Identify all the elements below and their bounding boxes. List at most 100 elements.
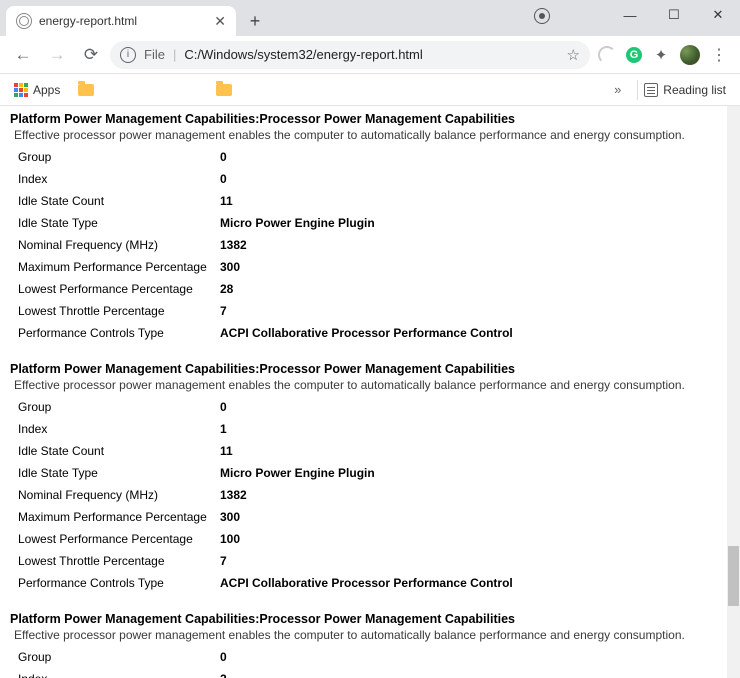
row-value: 0 [220, 150, 227, 164]
row-label: Maximum Performance Percentage [18, 260, 220, 274]
new-tab-button[interactable]: + [242, 8, 268, 34]
bookmarks-bar: Apps » Reading list [0, 74, 740, 106]
maximize-button[interactable]: ☐ [652, 0, 696, 30]
table-row: Maximum Performance Percentage300 [10, 506, 730, 528]
row-value: Micro Power Engine Plugin [220, 466, 375, 480]
page-content: Platform Power Management Capabilities:P… [0, 106, 740, 678]
close-window-button[interactable]: ✕ [696, 0, 740, 30]
report-section: Platform Power Management Capabilities:P… [10, 612, 730, 678]
row-label: Index [18, 172, 220, 186]
row-label: Idle State Count [18, 194, 220, 208]
menu-dots-icon[interactable]: ⋮ [710, 46, 728, 64]
site-info-icon[interactable]: i [120, 47, 136, 63]
apps-shortcut[interactable]: Apps [8, 80, 66, 100]
section-description: Effective processor power management ena… [14, 378, 730, 392]
table-row: Lowest Throttle Percentage7 [10, 550, 730, 572]
row-label: Performance Controls Type [18, 576, 220, 590]
table-row: Index0 [10, 168, 730, 190]
row-label: Lowest Throttle Percentage [18, 554, 220, 568]
row-label: Idle State Type [18, 466, 220, 480]
row-value: 2 [220, 672, 227, 678]
row-value: 300 [220, 510, 240, 524]
row-value: 0 [220, 172, 227, 186]
scrollbar-thumb[interactable] [728, 546, 739, 606]
bookmark-folder-icon[interactable] [78, 84, 94, 96]
section-description: Effective processor power management ena… [14, 128, 730, 142]
section-description: Effective processor power management ena… [14, 628, 730, 642]
row-value: 1 [220, 422, 227, 436]
row-value: 1382 [220, 488, 247, 502]
profile-avatar-icon[interactable] [680, 45, 700, 65]
bookmark-item[interactable] [238, 83, 254, 97]
row-label: Idle State Type [18, 216, 220, 230]
report-section: Platform Power Management Capabilities:P… [10, 362, 730, 594]
extensions-puzzle-icon[interactable]: ✦ [652, 46, 670, 64]
row-value: 100 [220, 532, 240, 546]
minimize-button[interactable]: — [608, 0, 652, 30]
table-row: Nominal Frequency (MHz)1382 [10, 234, 730, 256]
row-label: Index [18, 672, 220, 678]
close-icon[interactable]: ✕ [214, 13, 226, 30]
row-label: Maximum Performance Percentage [18, 510, 220, 524]
bookmark-folder-icon[interactable] [216, 84, 232, 96]
back-button[interactable]: ← [8, 40, 38, 70]
row-label: Lowest Performance Percentage [18, 282, 220, 296]
table-row: Maximum Performance Percentage300 [10, 256, 730, 278]
url-path: C:/Windows/system32/energy-report.html [184, 47, 558, 62]
row-value: 11 [220, 444, 233, 458]
address-bar[interactable]: i File | C:/Windows/system32/energy-repo… [110, 41, 590, 69]
forward-button[interactable]: → [42, 40, 72, 70]
account-indicator-icon[interactable] [534, 8, 550, 24]
apps-grid-icon [14, 83, 28, 97]
browser-toolbar: ← → ⟳ i File | C:/Windows/system32/energ… [0, 36, 740, 74]
section-title: Platform Power Management Capabilities:P… [10, 362, 730, 376]
reading-list-icon [644, 83, 658, 97]
table-row: Group0 [10, 146, 730, 168]
table-row: Lowest Performance Percentage28 [10, 278, 730, 300]
table-row: Idle State TypeMicro Power Engine Plugin [10, 462, 730, 484]
table-row: Idle State TypeMicro Power Engine Plugin [10, 212, 730, 234]
table-row: Idle State Count11 [10, 190, 730, 212]
row-label: Group [18, 650, 220, 664]
row-label: Index [18, 422, 220, 436]
row-value: 7 [220, 304, 227, 318]
row-value: 11 [220, 194, 233, 208]
reading-list-button[interactable]: Reading list [637, 80, 732, 100]
scrollbar-track[interactable] [727, 106, 740, 678]
table-row: Nominal Frequency (MHz)1382 [10, 484, 730, 506]
bookmark-star-icon[interactable]: ☆ [567, 46, 580, 64]
bookmark-item[interactable] [100, 83, 120, 97]
table-row: Index2 [10, 668, 730, 678]
browser-titlebar: energy-report.html ✕ + — ☐ ✕ [0, 0, 740, 36]
tab-title: energy-report.html [39, 14, 207, 28]
bookmark-overflow-icon[interactable]: » [608, 82, 627, 97]
row-value: ACPI Collaborative Processor Performance… [220, 576, 513, 590]
browser-tab[interactable]: energy-report.html ✕ [6, 6, 236, 36]
extension-icons: G ✦ ⋮ [594, 45, 732, 65]
row-value: 0 [220, 400, 227, 414]
globe-icon [16, 13, 32, 29]
extension-grammarly-icon[interactable]: G [626, 47, 642, 63]
row-label: Idle State Count [18, 444, 220, 458]
reload-button[interactable]: ⟳ [76, 40, 106, 70]
extension-arc-icon[interactable] [598, 46, 616, 64]
table-row: Group0 [10, 646, 730, 668]
table-row: Group0 [10, 396, 730, 418]
row-value: ACPI Collaborative Processor Performance… [220, 326, 513, 340]
window-controls: — ☐ ✕ [608, 0, 740, 30]
row-label: Nominal Frequency (MHz) [18, 238, 220, 252]
row-value: Micro Power Engine Plugin [220, 216, 375, 230]
row-value: 1382 [220, 238, 247, 252]
section-title: Platform Power Management Capabilities:P… [10, 112, 730, 126]
row-label: Lowest Throttle Percentage [18, 304, 220, 318]
table-row: Performance Controls TypeACPI Collaborat… [10, 322, 730, 344]
table-row: Lowest Throttle Percentage7 [10, 300, 730, 322]
row-value: 300 [220, 260, 240, 274]
row-label: Group [18, 150, 220, 164]
table-row: Idle State Count11 [10, 440, 730, 462]
row-value: 7 [220, 554, 227, 568]
table-row: Index1 [10, 418, 730, 440]
row-value: 28 [220, 282, 233, 296]
table-row: Lowest Performance Percentage100 [10, 528, 730, 550]
apps-label: Apps [33, 83, 60, 97]
